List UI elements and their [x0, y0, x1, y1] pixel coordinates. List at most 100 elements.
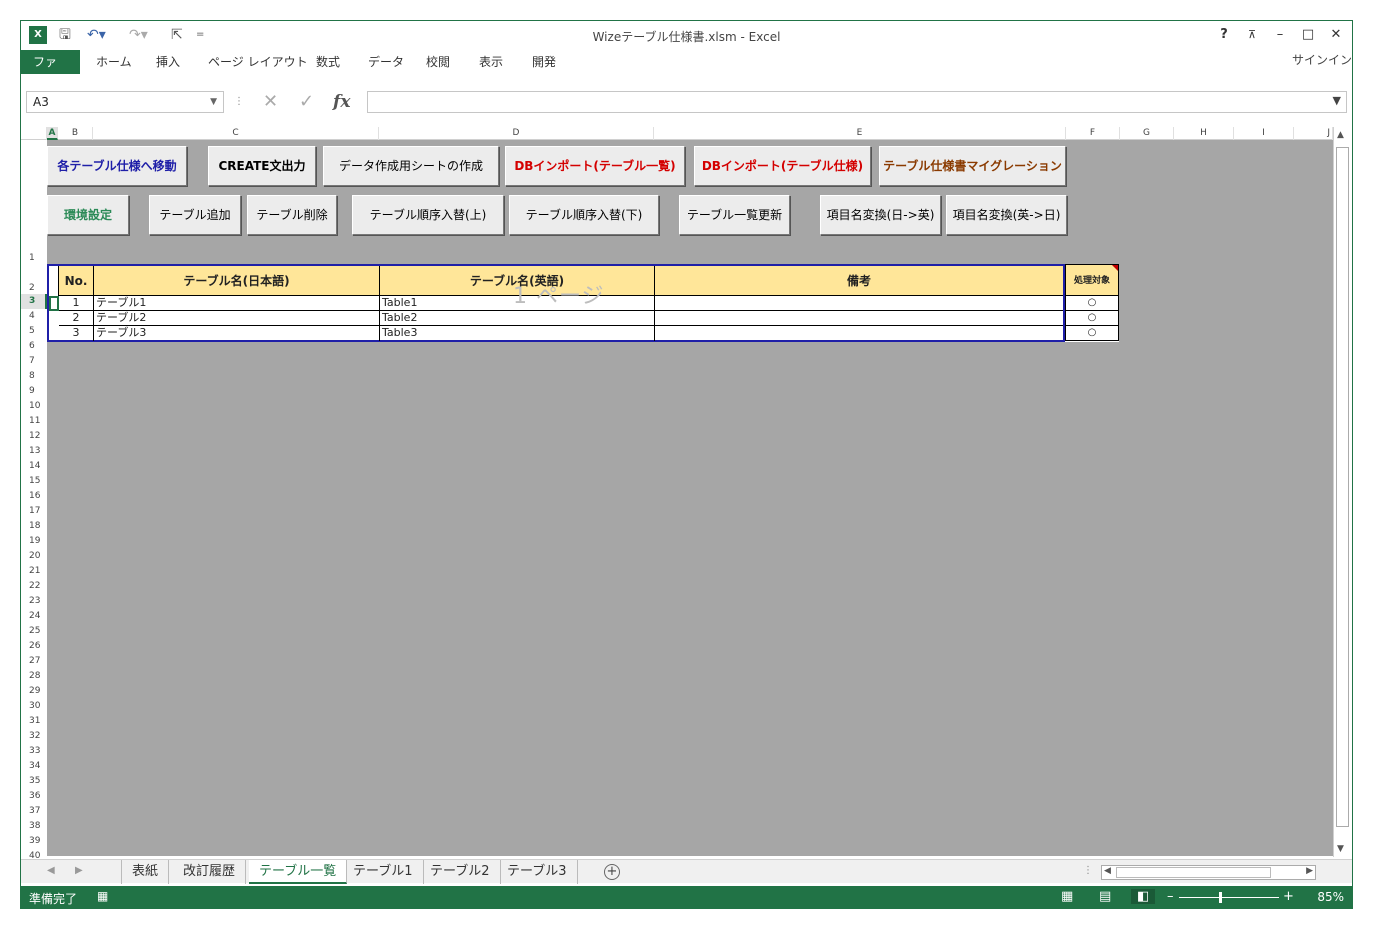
signin-link[interactable]: サインイン: [1292, 51, 1352, 68]
normal-view-icon[interactable]: ▦: [1061, 889, 1073, 904]
row-header-17[interactable]: 17: [21, 504, 47, 519]
zoom-in-icon[interactable]: +: [1283, 889, 1294, 904]
close-icon[interactable]: ✕: [1326, 26, 1346, 44]
row-header-10[interactable]: 10: [21, 399, 47, 414]
column-header-f[interactable]: F: [1066, 127, 1120, 140]
page-layout-view-icon[interactable]: ▤: [1099, 889, 1111, 904]
table-row[interactable]: テーブル1: [94, 296, 380, 311]
table-row[interactable]: テーブル3: [94, 326, 380, 341]
refresh-table-list-button[interactable]: テーブル一覧更新: [679, 195, 790, 235]
row-header-9[interactable]: 9: [21, 384, 47, 399]
vertical-scrollbar[interactable]: ▲ ▼: [1333, 127, 1351, 857]
selected-cell-a3[interactable]: [49, 296, 59, 311]
row-header-26[interactable]: 26: [21, 639, 47, 654]
insert-function-icon[interactable]: fx: [333, 91, 350, 113]
target-cell[interactable]: ○: [1065, 311, 1119, 326]
cell-a4[interactable]: [49, 311, 59, 326]
scroll-right-icon[interactable]: ▶: [1306, 866, 1313, 876]
tab-file[interactable]: ファイル: [21, 50, 80, 93]
chevron-down-icon[interactable]: ▼: [210, 92, 217, 112]
convert-jp-to-en-button[interactable]: 項目名変換(日->英): [820, 195, 941, 235]
tab-insert[interactable]: 挿入: [156, 50, 180, 74]
row-header-23[interactable]: 23: [21, 594, 47, 609]
row-header-16[interactable]: 16: [21, 489, 47, 504]
column-header-d[interactable]: D: [379, 127, 654, 140]
create-data-sheet-button[interactable]: データ作成用シートの作成: [323, 146, 499, 186]
column-header-c[interactable]: C: [93, 127, 379, 140]
sheet-tab-table3[interactable]: テーブル3: [497, 860, 578, 884]
name-box[interactable]: A3 ▼: [26, 91, 224, 113]
ribbon-display-options-icon[interactable]: ⊼: [1242, 26, 1262, 44]
row-header-7[interactable]: 7: [21, 354, 47, 369]
target-cell[interactable]: ○: [1065, 326, 1119, 341]
row-header-38[interactable]: 38: [21, 819, 47, 834]
sheet-tab-revision-history[interactable]: 改訂履歴: [173, 860, 247, 884]
cancel-icon[interactable]: ✕: [263, 91, 278, 113]
cell-a5[interactable]: [49, 326, 59, 341]
table-row[interactable]: Table2: [380, 311, 655, 326]
move-table-up-button[interactable]: テーブル順序入替(上): [352, 195, 504, 235]
row-header-8[interactable]: 8: [21, 369, 47, 384]
row-header-18[interactable]: 18: [21, 519, 47, 534]
column-header-h[interactable]: H: [1174, 127, 1234, 140]
row-header-27[interactable]: 27: [21, 654, 47, 669]
row-header-37[interactable]: 37: [21, 804, 47, 819]
row-header-39[interactable]: 39: [21, 834, 47, 849]
table-row[interactable]: Table3: [380, 326, 655, 341]
tab-view[interactable]: 表示: [479, 50, 503, 74]
split-handle-icon[interactable]: ⋮: [1083, 865, 1093, 876]
row-header-5[interactable]: 5: [21, 324, 47, 339]
row-header-1[interactable]: 1: [21, 140, 47, 264]
row-header-33[interactable]: 33: [21, 744, 47, 759]
table-row[interactable]: 2: [59, 311, 94, 326]
column-header-j[interactable]: J: [1294, 127, 1333, 140]
column-header-a[interactable]: A: [47, 127, 58, 140]
add-sheet-icon[interactable]: +: [604, 864, 620, 880]
row-header-3[interactable]: 3: [21, 294, 47, 309]
table-row[interactable]: 3: [59, 326, 94, 341]
formula-input[interactable]: ▼: [367, 91, 1347, 113]
row-header-20[interactable]: 20: [21, 549, 47, 564]
help-icon[interactable]: ?: [1214, 26, 1234, 44]
prev-sheet-icon[interactable]: ◀: [47, 865, 55, 876]
row-header-2[interactable]: 2: [21, 264, 47, 294]
row-header-32[interactable]: 32: [21, 729, 47, 744]
minimize-icon[interactable]: –: [1270, 26, 1290, 44]
tab-review[interactable]: 校閲: [426, 50, 450, 74]
sheet-tab-table2[interactable]: テーブル2: [420, 860, 501, 884]
select-all-corner[interactable]: [21, 127, 47, 140]
row-header-28[interactable]: 28: [21, 669, 47, 684]
sheet-tab-table1[interactable]: テーブル1: [343, 860, 424, 884]
table-row[interactable]: テーブル2: [94, 311, 380, 326]
db-import-spec-button[interactable]: DBインポート(テーブル仕様): [694, 146, 871, 186]
macro-record-icon[interactable]: ▦: [97, 889, 108, 903]
zoom-slider[interactable]: [1179, 892, 1279, 903]
tab-page-layout[interactable]: ページ レイアウト: [208, 50, 308, 74]
row-header-19[interactable]: 19: [21, 534, 47, 549]
table-row[interactable]: [655, 326, 1063, 341]
page-break-view-icon[interactable]: ◧: [1131, 889, 1156, 904]
column-header-g[interactable]: G: [1120, 127, 1174, 140]
row-header-36[interactable]: 36: [21, 789, 47, 804]
row-header-4[interactable]: 4: [21, 309, 47, 324]
row-header-15[interactable]: 15: [21, 474, 47, 489]
spec-migration-button[interactable]: テーブル仕様書マイグレーション: [879, 146, 1066, 186]
row-header-13[interactable]: 13: [21, 444, 47, 459]
zoom-out-icon[interactable]: –: [1167, 889, 1174, 904]
tab-home[interactable]: ホーム: [96, 50, 132, 74]
target-cell[interactable]: ○: [1065, 296, 1119, 311]
expand-formula-icon[interactable]: ▼: [1333, 94, 1341, 107]
row-header-22[interactable]: 22: [21, 579, 47, 594]
add-table-button[interactable]: テーブル追加: [149, 195, 241, 235]
row-header-14[interactable]: 14: [21, 459, 47, 474]
vertical-scroll-thumb[interactable]: [1336, 147, 1349, 827]
zoom-level[interactable]: 85%: [1317, 890, 1344, 904]
horizontal-scrollbar[interactable]: ◀ ▶: [1101, 865, 1316, 880]
worksheet[interactable]: 各テーブル仕様へ移動 CREATE文出力 データ作成用シートの作成 DBインポー…: [47, 140, 1333, 856]
table-row[interactable]: [655, 296, 1063, 311]
db-import-list-button[interactable]: DBインポート(テーブル一覧): [505, 146, 685, 186]
enter-icon[interactable]: ✓: [299, 91, 314, 113]
scroll-down-icon[interactable]: ▼: [1337, 844, 1344, 854]
row-header-31[interactable]: 31: [21, 714, 47, 729]
tab-developer[interactable]: 開発: [532, 50, 556, 74]
